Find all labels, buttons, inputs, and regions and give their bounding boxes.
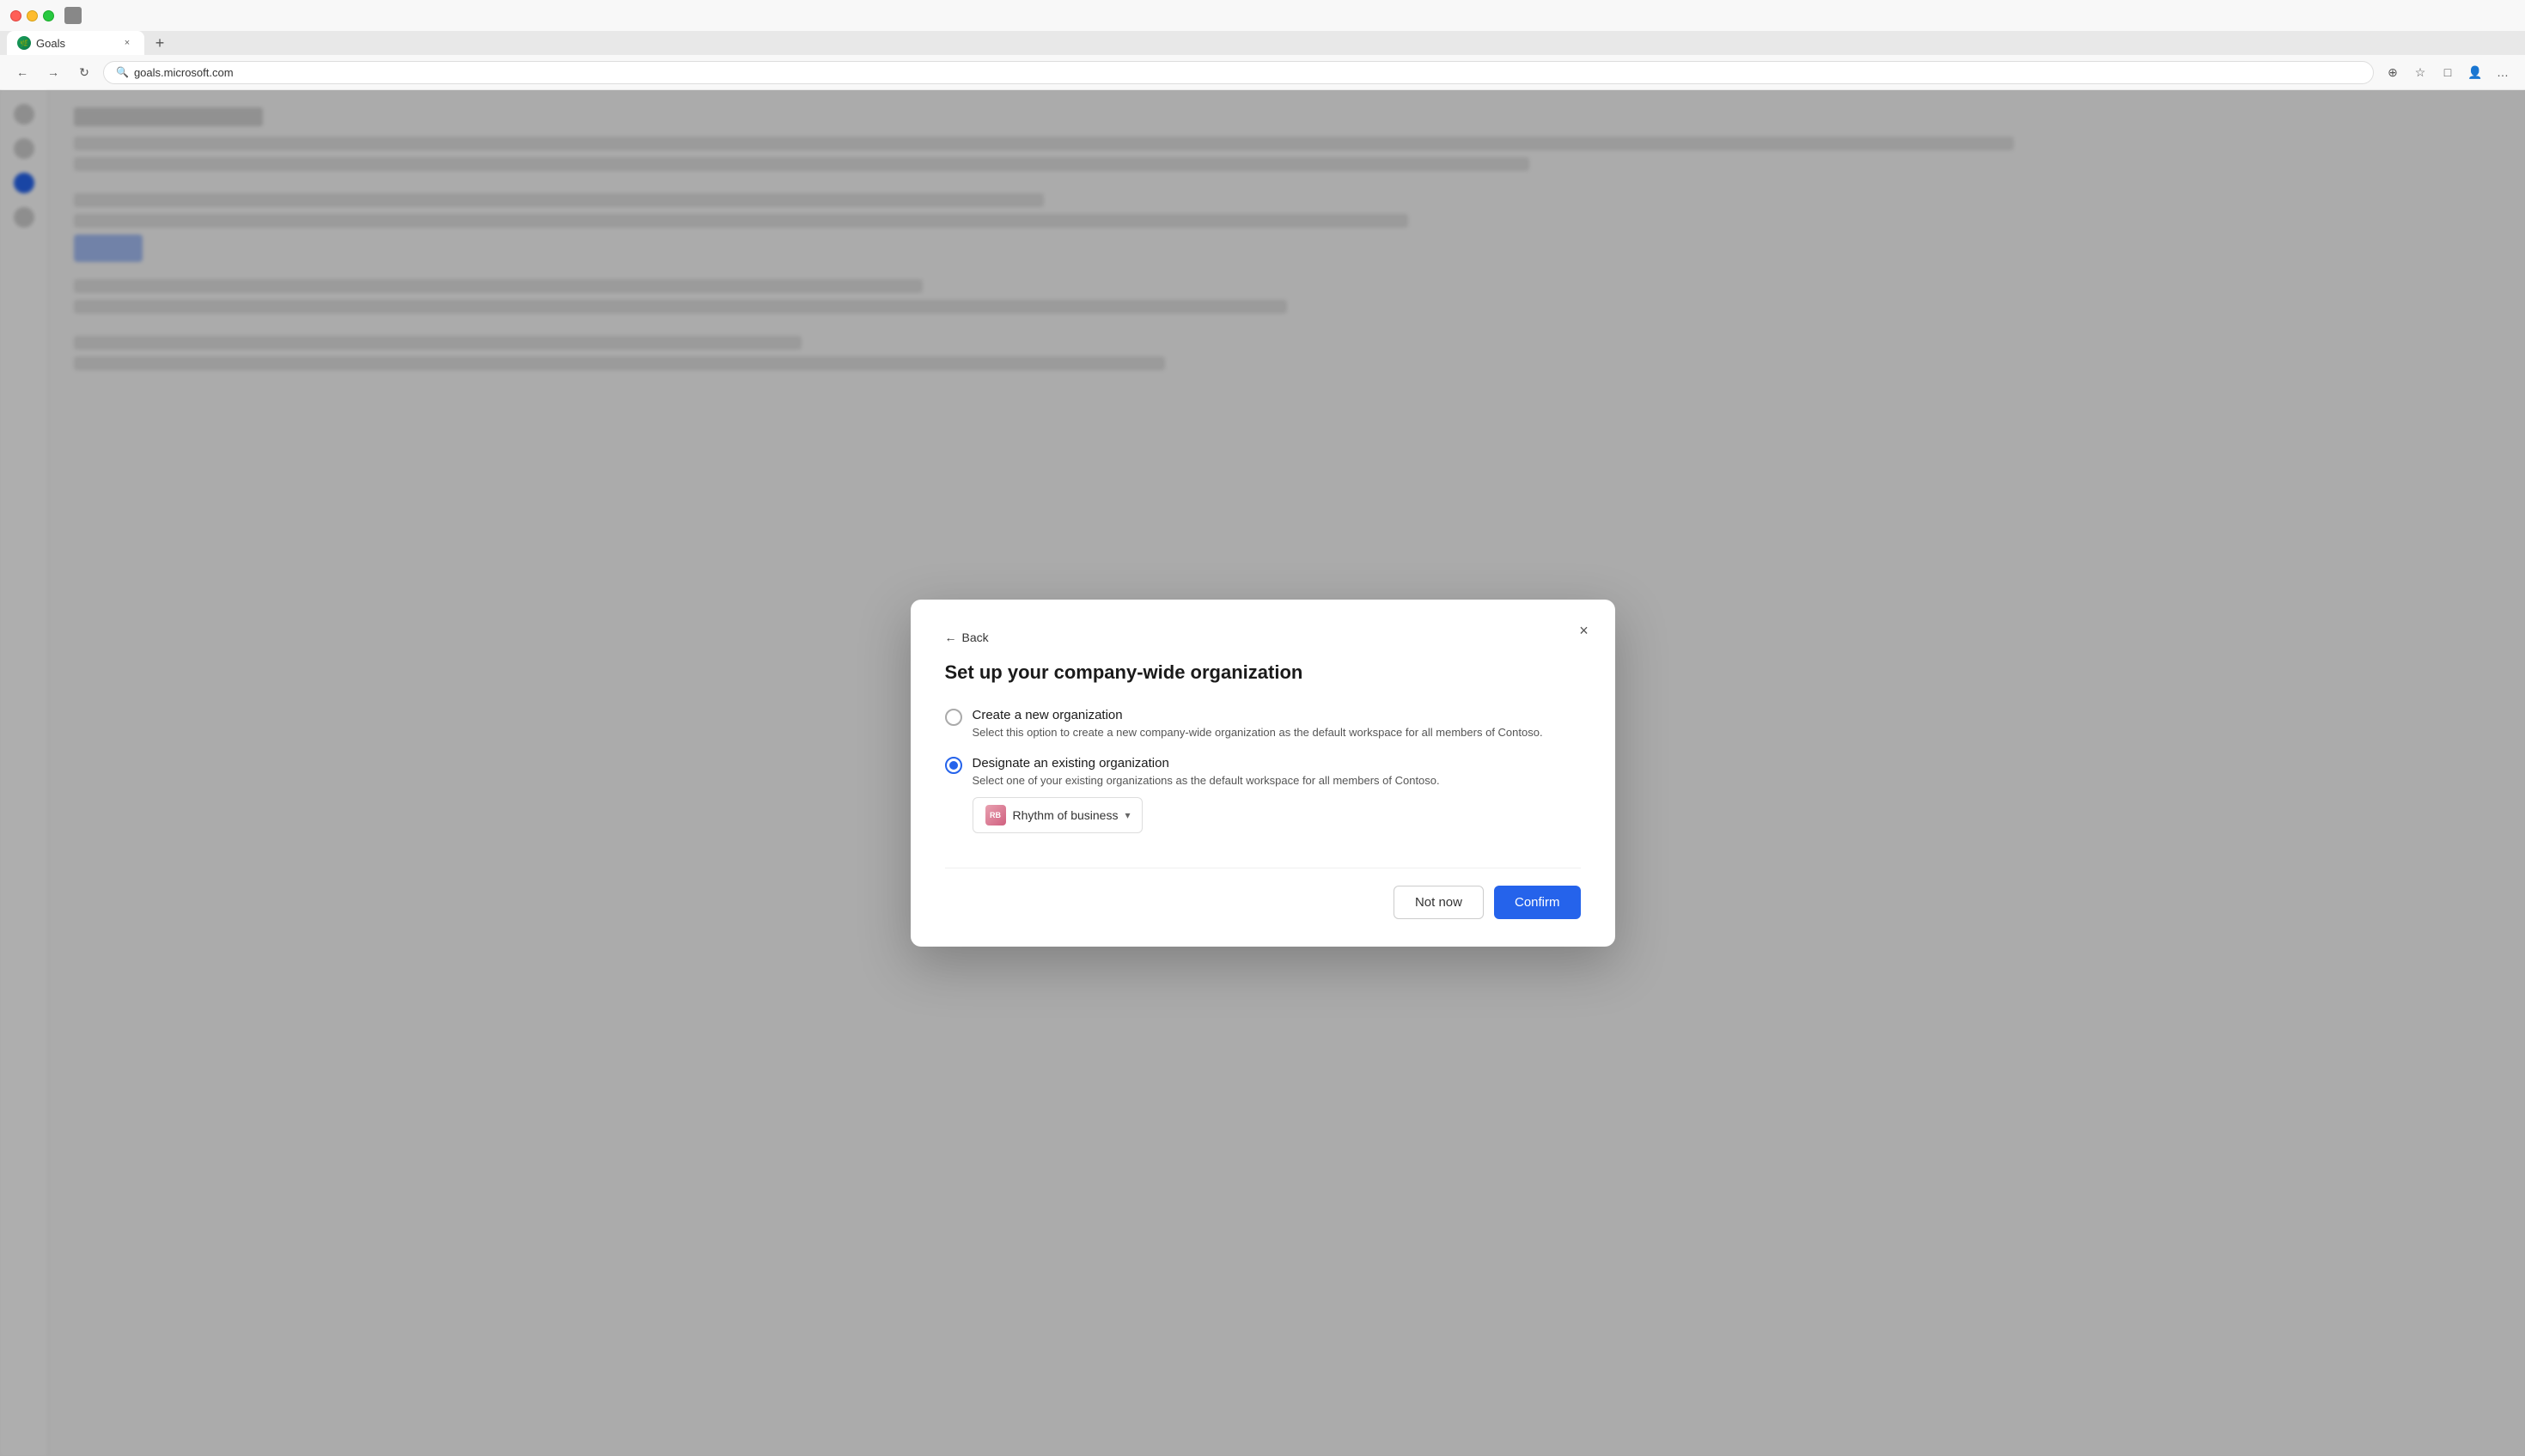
option-create-new-text: Create a new organization Select this op… [973, 708, 1543, 739]
option-designate-existing-text: Designate an existing organization Selec… [973, 756, 1440, 787]
browser-titlebar [0, 0, 2525, 31]
browser-chrome: 🌿 Goals × + ← → ↻ 🔍 goals.microsoft.com … [0, 0, 2525, 90]
minimize-window-button[interactable] [27, 10, 38, 21]
active-tab[interactable]: 🌿 Goals × [7, 31, 144, 55]
modal-overlay: ← Back × Set up your company-wide organi… [0, 90, 2525, 1456]
tab-favicon-letter: 🌿 [20, 40, 28, 47]
traffic-lights [10, 10, 54, 21]
radio-designate-existing[interactable] [945, 757, 962, 774]
menu-button[interactable]: … [2491, 60, 2515, 84]
org-dropdown-label: Rhythm of business [1013, 808, 1119, 822]
fullscreen-window-button[interactable] [43, 10, 54, 21]
nav-bar: ← → ↻ 🔍 goals.microsoft.com ⊕ ☆ □ 👤 … [0, 55, 2525, 90]
setup-organization-modal: ← Back × Set up your company-wide organi… [911, 600, 1615, 947]
tab-title: Goals [36, 37, 65, 50]
back-button[interactable]: ← [10, 60, 34, 84]
confirm-button[interactable]: Confirm [1494, 886, 1581, 919]
option-create-new[interactable]: Create a new organization Select this op… [945, 708, 1581, 739]
modal-title: Set up your company-wide organization [945, 661, 1581, 684]
org-avatar-letters: RB [990, 811, 1001, 819]
extensions-button[interactable]: ⊕ [2381, 60, 2405, 84]
chevron-down-icon: ▾ [1125, 809, 1130, 821]
profile-button[interactable]: 👤 [2463, 60, 2487, 84]
close-window-button[interactable] [10, 10, 21, 21]
back-arrow-icon: ← [945, 631, 957, 644]
address-bar[interactable]: 🔍 goals.microsoft.com [103, 61, 2374, 84]
option-designate-existing-desc: Select one of your existing organization… [973, 774, 1440, 787]
option-designate-existing-title: Designate an existing organization [973, 756, 1440, 771]
modal-back-button[interactable]: ← Back [945, 631, 989, 644]
refresh-button[interactable]: ↻ [72, 60, 96, 84]
favorites-button[interactable]: ☆ [2408, 60, 2432, 84]
radio-create-new[interactable] [945, 709, 962, 726]
nav-actions: ⊕ ☆ □ 👤 … [2381, 60, 2515, 84]
new-tab-button[interactable]: + [148, 31, 172, 55]
search-icon: 🔍 [116, 66, 129, 78]
collections-button[interactable]: □ [2436, 60, 2460, 84]
forward-button[interactable]: → [41, 60, 65, 84]
modal-footer: Not now Confirm [945, 868, 1581, 919]
option-designate-existing[interactable]: Designate an existing organization Selec… [945, 756, 1581, 833]
sidebar-toggle-button[interactable] [64, 7, 82, 24]
modal-close-button[interactable]: × [1571, 617, 1598, 644]
address-text: goals.microsoft.com [134, 66, 234, 79]
option-create-new-title: Create a new organization [973, 708, 1543, 722]
tab-bar: 🌿 Goals × + [0, 31, 2525, 55]
organization-dropdown[interactable]: RB Rhythm of business ▾ [973, 797, 1144, 833]
tab-favicon: 🌿 [17, 36, 31, 50]
tab-close-button[interactable]: × [120, 36, 134, 50]
back-label: Back [962, 631, 989, 644]
org-avatar: RB [985, 805, 1006, 825]
option-create-new-desc: Select this option to create a new compa… [973, 726, 1543, 739]
not-now-button[interactable]: Not now [1394, 886, 1484, 919]
radio-selected-dot [949, 761, 958, 770]
